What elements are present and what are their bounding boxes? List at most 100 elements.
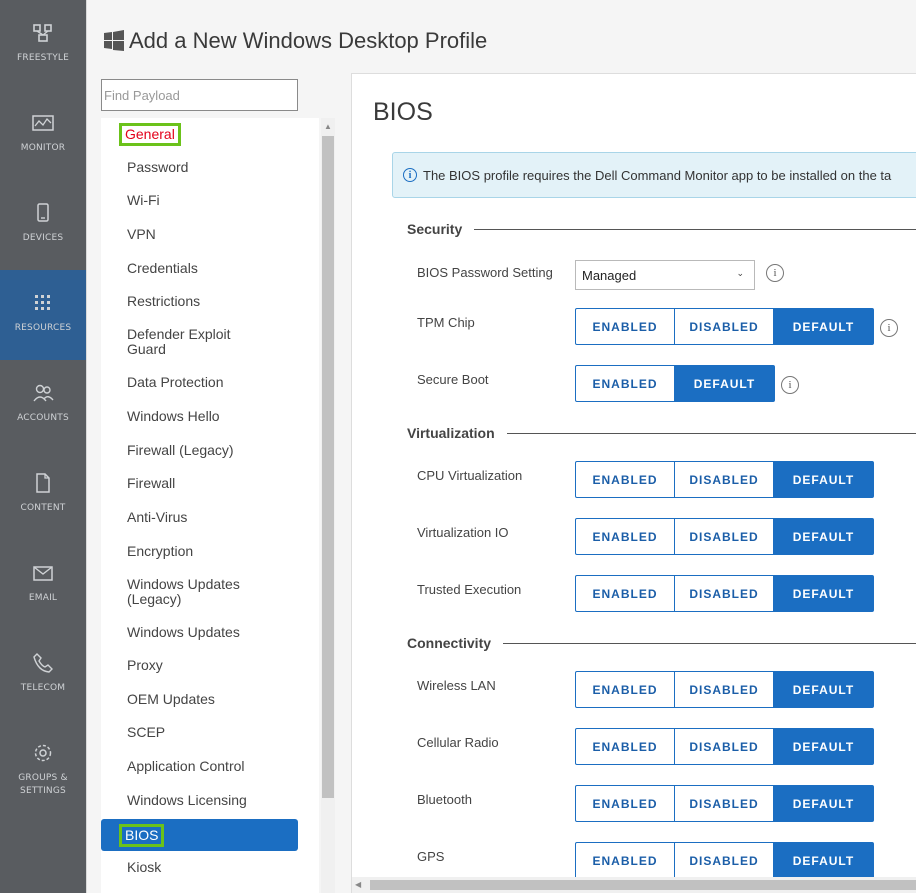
secure-boot-enabled-option[interactable]: ENABLED — [576, 366, 675, 401]
telecom-icon — [32, 652, 54, 674]
scrollbar-thumb[interactable] — [370, 880, 916, 890]
page-title: BIOS — [373, 98, 433, 126]
virt-io-default-option[interactable]: DEFAULT — [774, 519, 873, 554]
trusted-exec-disabled-option[interactable]: DISABLED — [675, 576, 774, 611]
bios-password-setting-select[interactable]: Managed ⌄ — [575, 260, 755, 290]
help-icon[interactable]: i — [766, 264, 784, 282]
trusted-exec-enabled-option[interactable]: ENABLED — [576, 576, 675, 611]
payload-item-data-protection[interactable]: Data Protection — [101, 366, 298, 399]
scroll-left-icon[interactable]: ◀ — [355, 877, 361, 893]
wlan-default-option[interactable]: DEFAULT — [774, 672, 873, 707]
rail-item-telecom[interactable]: TELECOM — [0, 630, 86, 720]
payload-item-credentials[interactable]: Credentials — [101, 252, 298, 285]
section-connectivity: Connectivity — [407, 635, 916, 651]
find-payload-input[interactable] — [101, 79, 298, 111]
cpu-virt-disabled-option[interactable]: DISABLED — [675, 462, 774, 497]
virtualization-io-toggle: ENABLED DISABLED DEFAULT — [575, 518, 874, 555]
payload-item-windows-licensing[interactable]: Windows Licensing — [101, 784, 298, 817]
secure-boot-label: Secure Boot — [417, 372, 489, 387]
content-icon — [32, 472, 54, 494]
payload-item-windows-hello[interactable]: Windows Hello — [101, 400, 298, 433]
section-virtualization: Virtualization — [407, 425, 916, 441]
payload-item-vpn[interactable]: VPN — [101, 218, 298, 251]
payload-item-windows-updates[interactable]: Windows Updates — [101, 616, 298, 649]
payload-item-password[interactable]: Password — [101, 151, 298, 184]
modal-title: Add a New Windows Desktop Profile — [129, 28, 488, 53]
payload-item-anti-virus[interactable]: Anti-Virus — [101, 501, 298, 534]
rail-item-groups-settings[interactable]: GROUPS & SETTINGS — [0, 720, 86, 810]
payload-list: General Password Wi-Fi VPN Credentials R… — [101, 118, 319, 893]
gps-toggle: ENABLED DISABLED DEFAULT — [575, 842, 874, 879]
rail-item-accounts[interactable]: ACCOUNTS — [0, 360, 86, 450]
info-icon: i — [403, 168, 417, 182]
wlan-enabled-option[interactable]: ENABLED — [576, 672, 675, 707]
trusted-execution-toggle: ENABLED DISABLED DEFAULT — [575, 575, 874, 612]
payload-item-general[interactable]: General — [101, 118, 298, 151]
scroll-up-icon[interactable]: ▲ — [321, 120, 335, 134]
gps-default-option[interactable]: DEFAULT — [774, 843, 873, 878]
tpm-default-option[interactable]: DEFAULT — [774, 309, 873, 344]
bluetooth-enabled-option[interactable]: ENABLED — [576, 786, 675, 821]
windows-logo-icon — [104, 30, 124, 51]
gear-icon — [32, 742, 54, 764]
rail-item-email[interactable]: EMAIL — [0, 540, 86, 630]
resources-icon — [32, 292, 54, 314]
content-horizontal-scrollbar[interactable]: ◀ — [352, 877, 916, 893]
wlan-disabled-option[interactable]: DISABLED — [675, 672, 774, 707]
payload-item-firewall[interactable]: Firewall — [101, 467, 298, 500]
cellular-default-option[interactable]: DEFAULT — [774, 729, 873, 764]
help-icon[interactable]: i — [880, 319, 898, 337]
bluetooth-toggle: ENABLED DISABLED DEFAULT — [575, 785, 874, 822]
payload-item-restrictions[interactable]: Restrictions — [101, 285, 298, 318]
cellular-radio-label: Cellular Radio — [417, 735, 499, 750]
bluetooth-disabled-option[interactable]: DISABLED — [675, 786, 774, 821]
cpu-virt-default-option[interactable]: DEFAULT — [774, 462, 873, 497]
virtualization-io-label: Virtualization IO — [417, 525, 509, 540]
rail-item-devices[interactable]: DEVICES — [0, 180, 86, 270]
help-icon[interactable]: i — [781, 376, 799, 394]
payload-item-kiosk[interactable]: Kiosk — [101, 851, 298, 884]
monitor-icon — [32, 112, 54, 134]
wireless-lan-toggle: ENABLED DISABLED DEFAULT — [575, 671, 874, 708]
email-icon — [32, 562, 54, 584]
accounts-icon — [32, 382, 54, 404]
payload-item-oem-updates[interactable]: OEM Updates — [101, 683, 298, 716]
payload-item-application-control[interactable]: Application Control — [101, 750, 298, 783]
app-nav-rail: FREESTYLE MONITOR DEVICES RESOURCES ACCO… — [0, 0, 86, 893]
virt-io-enabled-option[interactable]: ENABLED — [576, 519, 675, 554]
bluetooth-default-option[interactable]: DEFAULT — [774, 786, 873, 821]
cellular-radio-toggle: ENABLED DISABLED DEFAULT — [575, 728, 874, 765]
add-profile-modal: Add a New Windows Desktop Profile Genera… — [86, 0, 916, 893]
payload-item-windows-updates-legacy[interactable]: Windows Updates (Legacy) — [101, 574, 251, 610]
payload-item-proxy[interactable]: Proxy — [101, 649, 298, 682]
payload-list-scrollbar[interactable]: ▲ — [321, 118, 335, 893]
payload-item-firewall-legacy[interactable]: Firewall (Legacy) — [101, 434, 298, 467]
rail-item-freestyle[interactable]: FREESTYLE — [0, 0, 86, 90]
tpm-disabled-option[interactable]: DISABLED — [675, 309, 774, 344]
freestyle-icon — [32, 22, 54, 44]
bluetooth-label: Bluetooth — [417, 792, 472, 807]
payload-item-defender-exploit-guard[interactable]: Defender Exploit Guard — [101, 324, 251, 360]
info-banner: i The BIOS profile requires the Dell Com… — [392, 152, 916, 198]
payload-item-wifi[interactable]: Wi-Fi — [101, 184, 298, 217]
bios-settings-panel: BIOS i The BIOS profile requires the Del… — [351, 73, 916, 893]
bios-password-setting-label: BIOS Password Setting — [417, 265, 553, 280]
virt-io-disabled-option[interactable]: DISABLED — [675, 519, 774, 554]
cellular-enabled-option[interactable]: ENABLED — [576, 729, 675, 764]
tpm-enabled-option[interactable]: ENABLED — [576, 309, 675, 344]
rail-item-content[interactable]: CONTENT — [0, 450, 86, 540]
wireless-lan-label: Wireless LAN — [417, 678, 496, 693]
payload-item-scep[interactable]: SCEP — [101, 716, 298, 749]
cellular-disabled-option[interactable]: DISABLED — [675, 729, 774, 764]
modal-header: Add a New Windows Desktop Profile — [103, 28, 487, 54]
trusted-exec-default-option[interactable]: DEFAULT — [774, 576, 873, 611]
payload-item-bios[interactable]: BIOS — [101, 819, 298, 851]
payload-item-encryption[interactable]: Encryption — [101, 535, 298, 568]
rail-item-monitor[interactable]: MONITOR — [0, 90, 86, 180]
scrollbar-thumb[interactable] — [322, 136, 334, 798]
secure-boot-default-option[interactable]: DEFAULT — [675, 366, 774, 401]
gps-disabled-option[interactable]: DISABLED — [675, 843, 774, 878]
gps-enabled-option[interactable]: ENABLED — [576, 843, 675, 878]
cpu-virt-enabled-option[interactable]: ENABLED — [576, 462, 675, 497]
rail-item-resources[interactable]: RESOURCES — [0, 270, 86, 360]
